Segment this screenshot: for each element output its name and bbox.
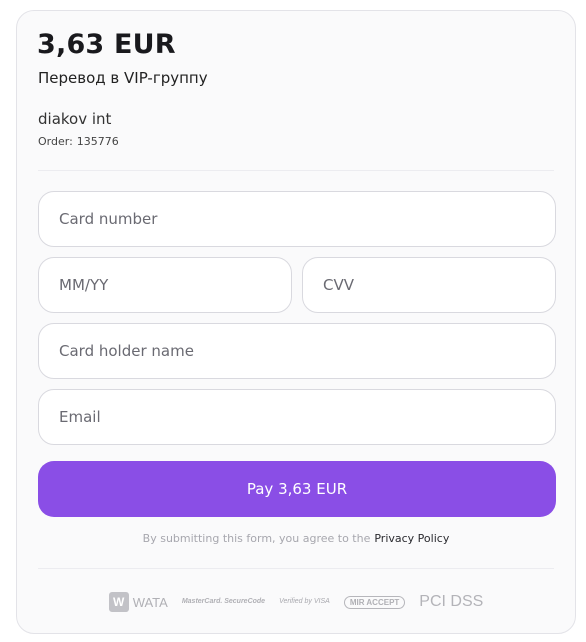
order-label: Order: — [38, 135, 73, 148]
terms-label: By submitting this form, you agree to th… — [142, 532, 371, 545]
card-holder-input[interactable] — [38, 323, 556, 379]
mir-accept-logo: MIR ACCEPT — [343, 595, 406, 609]
cvv-input[interactable] — [302, 257, 556, 313]
order-info: Order: 135776 — [38, 135, 119, 148]
bottom-divider — [38, 568, 554, 569]
card-number-input[interactable] — [38, 191, 556, 247]
expiry-input[interactable] — [38, 257, 292, 313]
payment-card: 3,63 EUR Перевод в VIP-группу diakov int… — [16, 10, 576, 634]
order-description: Перевод в VIP-группу — [38, 69, 208, 87]
privacy-policy-link[interactable]: Privacy Policy — [374, 532, 449, 545]
verified-by-visa-logo: Verified by VISA — [279, 598, 330, 605]
merchant-name: diakov int — [38, 110, 112, 128]
wata-logo: W WATA — [108, 592, 168, 612]
wata-text: WATA — [132, 594, 168, 610]
pci-dss-logo: PCI DSS — [419, 593, 484, 610]
order-amount: 3,63 EUR — [37, 29, 176, 60]
email-input[interactable] — [38, 389, 556, 445]
top-divider — [38, 170, 554, 171]
payment-logos: W WATA MasterCard. SecureCode Verified b… — [17, 588, 575, 616]
pay-button[interactable]: Pay 3,63 EUR — [38, 461, 556, 517]
terms-text: By submitting this form, you agree to th… — [17, 532, 575, 545]
order-number: 135776 — [76, 135, 119, 148]
mastercard-securecode-logo: MasterCard. SecureCode — [181, 598, 266, 605]
wata-icon: W — [108, 592, 129, 612]
